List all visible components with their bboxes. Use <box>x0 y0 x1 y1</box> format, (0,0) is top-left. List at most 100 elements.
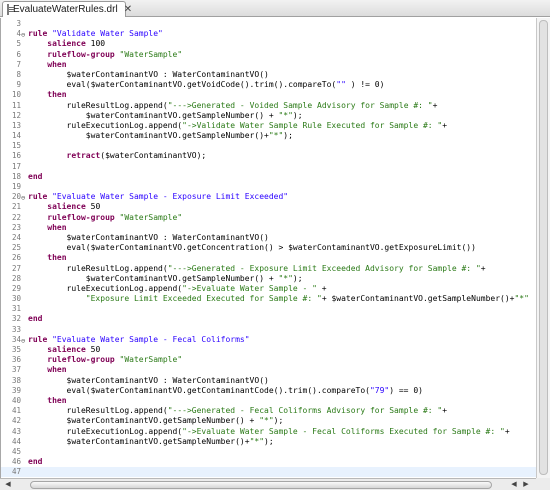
code-line[interactable]: 21 salience 50 <box>1 202 537 212</box>
line-number: 4 <box>16 29 21 39</box>
code-text: salience 50 <box>28 202 100 212</box>
string-token: "*" <box>259 416 274 426</box>
line-number: 32 <box>11 314 21 324</box>
code-line[interactable]: 37 when <box>1 365 537 375</box>
line-number: 11 <box>11 100 21 110</box>
vertical-scrollbar[interactable] <box>536 18 550 478</box>
code-line[interactable]: 14 $waterContaminantVO.getSampleNumber()… <box>1 131 537 141</box>
code-line[interactable]: 13 ruleExecutionLog.append("->Validate W… <box>1 121 537 131</box>
code-line[interactable]: 16 retract($waterContaminantVO); <box>1 151 537 161</box>
scroll-right-arrow-icon[interactable]: ▶ <box>520 480 532 490</box>
line-number: 17 <box>11 161 21 171</box>
code-text: rule "Validate Water Sample" <box>28 29 163 39</box>
string-token: "WaterSample" <box>119 212 183 222</box>
code-token: $waterContaminantVO : WaterContaminantVO… <box>28 375 269 385</box>
line-number: 39 <box>11 385 21 395</box>
line-number: 30 <box>11 294 21 304</box>
line-number: 6 <box>16 49 21 59</box>
code-line[interactable]: 28 $waterContaminantVO.getSampleNumber()… <box>1 274 537 284</box>
code-line[interactable]: 45 <box>1 447 537 457</box>
code-line[interactable]: 40 then <box>1 396 537 406</box>
code-line[interactable]: 26 then <box>1 253 537 263</box>
code-line[interactable]: 15 <box>1 141 537 151</box>
code-text: retract($waterContaminantVO); <box>28 151 207 161</box>
string-token: "--->Generated - Exposure Limit Exceeded… <box>167 263 481 273</box>
code-token: ); <box>283 131 293 141</box>
horizontal-scroll-thumb[interactable] <box>30 481 492 489</box>
code-line[interactable]: 31 <box>1 304 537 314</box>
code-line[interactable]: 34 ⊖ rule "Evaluate Water Sample - Fecal C… <box>1 335 537 345</box>
line-number: 28 <box>11 273 21 283</box>
code-line[interactable]: 29 ruleExecutionLog.append("->Evaluate W… <box>1 284 537 294</box>
keyword-token: rule <box>28 29 53 39</box>
code-line[interactable]: 27 ruleResultLog.append("--->Generated -… <box>1 264 537 274</box>
code-line[interactable]: 32 end <box>1 314 537 324</box>
code-text: $waterContaminantVO.getSampleNumber() + … <box>28 111 303 121</box>
code-line[interactable]: 18 end <box>1 172 537 182</box>
code-token: ruleResultLog.append( <box>28 100 168 110</box>
line-number: 19 <box>11 182 21 191</box>
code-text: eval($waterContaminantVO.getContaminantC… <box>28 386 423 396</box>
code-line[interactable]: 33 <box>1 325 537 335</box>
vertical-scroll-thumb[interactable] <box>539 20 548 475</box>
line-number: 40 <box>11 395 21 405</box>
code-line[interactable]: 12 $waterContaminantVO.getSampleNumber()… <box>1 111 537 121</box>
keyword-token: end <box>28 314 43 324</box>
file-tab[interactable]: EvaluateWaterRules.drl ✕ <box>2 1 132 17</box>
keyword-token: then <box>47 395 67 405</box>
code-line[interactable]: 9 eval($waterContaminantVO.getVoidCode()… <box>1 80 537 90</box>
code-line[interactable]: 19 <box>1 182 537 192</box>
code-line[interactable]: 4 ⊖ rule "Validate Water Sample" <box>1 29 537 39</box>
code-line[interactable]: 8 $waterContaminantVO : WaterContaminant… <box>1 70 537 80</box>
string-token: "WaterSample" <box>119 49 183 59</box>
keyword-token: when <box>47 222 67 232</box>
code-token: + <box>504 426 510 436</box>
keyword-token: rule <box>28 334 53 344</box>
code-token: $waterContaminantVO : WaterContaminantVO… <box>28 232 269 242</box>
code-line[interactable]: 30 "Exposure Limit Exceeded Executed for… <box>1 294 537 304</box>
code-token: + <box>442 406 448 416</box>
code-line[interactable]: 41 ruleResultLog.append("--->Generated -… <box>1 406 537 416</box>
code-line[interactable]: 47 <box>1 467 537 478</box>
drl-file-icon <box>7 4 14 15</box>
code-token: ruleExecutionLog.append( <box>28 283 183 293</box>
code-line[interactable]: 23 when <box>1 223 537 233</box>
keyword-token: salience <box>47 39 91 49</box>
code-area[interactable]: 3 4 ⊖ rule "Validate Water Sample" 5 salienc… <box>1 19 537 478</box>
code-editor[interactable]: 3 4 ⊖ rule "Validate Water Sample" 5 salienc… <box>0 18 550 478</box>
code-line[interactable]: 36 ruleflow-group "WaterSample" <box>1 355 537 365</box>
code-line[interactable]: 39 eval($waterContaminantVO.getContamina… <box>1 386 537 396</box>
scroll-left-arrow-icon-2[interactable]: ◀ <box>508 480 520 490</box>
code-line[interactable]: 38 $waterContaminantVO : WaterContaminan… <box>1 376 537 386</box>
code-line[interactable]: 3 <box>1 19 537 29</box>
code-line[interactable]: 22 ruleflow-group "WaterSample" <box>1 213 537 223</box>
code-text: ruleflow-group "WaterSample" <box>28 213 182 223</box>
code-token: eval($waterContaminantVO.getContaminantC… <box>28 385 370 395</box>
code-line[interactable]: 35 salience 50 <box>1 345 537 355</box>
line-number: 41 <box>11 406 21 416</box>
code-text: $waterContaminantVO.getSampleNumber()+"*… <box>28 437 274 447</box>
close-tab-icon[interactable]: ✕ <box>124 4 132 15</box>
code-line[interactable]: 46 end <box>1 457 537 467</box>
code-line[interactable]: 5 salience 100 <box>1 39 537 49</box>
line-number: 31 <box>11 304 21 314</box>
code-line[interactable]: 42 $waterContaminantVO.getSampleNumber()… <box>1 416 537 426</box>
scroll-left-arrow-icon[interactable]: ◀ <box>2 480 14 490</box>
code-token: $waterContaminantVO.getSampleNumber()+ <box>28 436 250 446</box>
code-line[interactable]: 6 ruleflow-group "WaterSample" <box>1 50 537 60</box>
code-line[interactable]: 10 then <box>1 90 537 100</box>
line-number: 12 <box>11 110 21 120</box>
code-line[interactable]: 11 ruleResultLog.append("--->Generated -… <box>1 101 537 111</box>
horizontal-scrollbar[interactable]: ◀ ◀ ▶ <box>0 478 550 490</box>
code-line[interactable]: 20 ⊖ rule "Evaluate Water Sample - Exposur… <box>1 192 537 202</box>
code-line[interactable]: 25 eval($waterContaminantVO.getConcentra… <box>1 243 537 253</box>
string-token: "*" <box>278 273 293 283</box>
code-line[interactable]: 24 $waterContaminantVO : WaterContaminan… <box>1 233 537 243</box>
code-line[interactable]: 44 $waterContaminantVO.getSampleNumber()… <box>1 437 537 447</box>
code-line[interactable]: 7 when <box>1 60 537 70</box>
code-line[interactable]: 17 <box>1 162 537 172</box>
code-line[interactable]: 43 ruleExecutionLog.append("->Evaluate W… <box>1 427 537 437</box>
